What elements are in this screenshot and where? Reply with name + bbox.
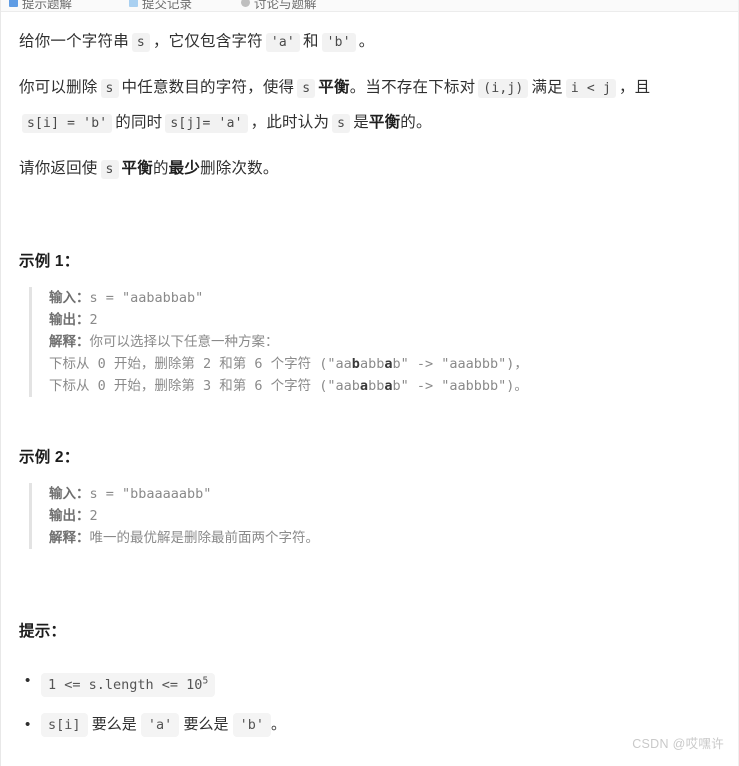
output-label: 输出： xyxy=(49,312,90,328)
hints-heading: 提示： xyxy=(19,623,67,640)
explain-value: 唯一的最优解是删除最前面两个字符。 xyxy=(89,530,320,546)
example-1-block: 输入：s = "aababbab" 输出：2 解释：你可以选择以下任意一种方案：… xyxy=(29,287,720,397)
text-fragment: 删除次数。 xyxy=(200,160,279,177)
text-fragment: 是 xyxy=(353,114,369,131)
text-fragment: ，此时认为 xyxy=(250,114,330,131)
hint-code-b: 'b' xyxy=(232,712,272,737)
hint-code-text: 1 <= s.length <= 10 xyxy=(48,676,203,693)
inline-code-s: s xyxy=(100,79,119,98)
inline-code-si: s[i] = 'b' xyxy=(22,114,113,133)
explain-extra-prefix: 下标从 0 开始，删除第 2 和第 6 个字符 ("aa xyxy=(49,356,352,372)
text-fragment: 。当不存在下标对 xyxy=(349,79,476,96)
problem-paragraph-2: 你可以删除 s 中任意数目的字符，使得 s 平衡。当不存在下标对 (i,j) 满足 i < j… xyxy=(19,71,720,141)
light-blue-square-icon xyxy=(129,0,138,7)
explain-extra-mid: abb xyxy=(359,356,385,372)
output-label: 输出： xyxy=(49,508,90,524)
output-value: 2 xyxy=(89,312,98,328)
example-2-heading: 示例 2： xyxy=(19,449,80,466)
inline-code-ij: (i,j) xyxy=(478,79,529,98)
example-2-block: 输入：s = "bbaaaaabb" 输出：2 解释：唯一的最优解是删除最前面两… xyxy=(29,483,720,549)
explain-bold-char: a xyxy=(359,378,369,394)
explain-label: 解释： xyxy=(49,530,90,546)
example-1-heading: 示例 1： xyxy=(19,253,80,270)
output-value: 2 xyxy=(89,508,98,524)
inline-code-s: s xyxy=(131,33,150,52)
text-fragment: 中任意数目的字符，使得 xyxy=(121,79,295,96)
text-fragment: 的 xyxy=(152,160,169,177)
input-value: s = "bbaaaaabb" xyxy=(89,486,212,502)
explain-extra-prefix: 下标从 0 开始，删除第 3 和第 6 个字符 ("aab xyxy=(49,378,360,394)
explain-extra-tail: b" -> "aabbbb")。 xyxy=(392,378,528,394)
text-fragment: 和 xyxy=(302,33,319,50)
explain-label: 解释： xyxy=(49,334,90,350)
text-fragment: 要么是 xyxy=(183,715,229,733)
inline-code-s: s xyxy=(100,160,119,179)
list-item: s[i] 要么是 'a' 要么是 'b'。 xyxy=(25,705,720,745)
text-fragment: 。 xyxy=(271,715,287,733)
inline-code-s: s xyxy=(332,114,351,133)
input-value: s = "aababbab" xyxy=(89,290,204,306)
text-fragment: 给你一个字符串 xyxy=(19,33,129,50)
text-fragment: 要么是 xyxy=(91,715,137,733)
problem-page: 提示题解 提交记录 讨论与题解 给你一个字符串 s ，它仅包含字符'a' 和'b'。 … xyxy=(0,0,739,766)
bold-balanced: 平衡 xyxy=(368,114,401,131)
inline-code-iltj: i < j xyxy=(565,79,616,98)
inline-code-s: s xyxy=(297,79,316,98)
blue-square-icon xyxy=(9,0,18,7)
text-fragment: 的。 xyxy=(400,114,432,131)
problem-paragraph-3: 请你返回使 s 平衡的最少删除次数。 xyxy=(19,152,720,187)
explain-value: 你可以选择以下任意一种方案： xyxy=(89,334,279,350)
input-label: 输入： xyxy=(49,290,90,306)
gray-dot-icon xyxy=(241,0,250,7)
list-item: 1 <= s.length <= 105 xyxy=(25,661,720,705)
text-fragment: ，且 xyxy=(618,79,651,96)
text-fragment: 满足 xyxy=(531,79,563,96)
text-fragment: 你可以删除 xyxy=(19,79,98,96)
inline-code-sj: s[j]= 'a' xyxy=(165,114,248,133)
explain-extra-tail: b" -> "aaabbb")， xyxy=(392,356,528,372)
text-fragment: 的同时 xyxy=(115,114,163,131)
inline-code-b: 'b' xyxy=(321,33,356,52)
text-fragment: ，它仅包含字符 xyxy=(152,33,263,50)
problem-paragraph-1: 给你一个字符串 s ，它仅包含字符'a' 和'b'。 xyxy=(19,25,720,60)
hint-code-length: 1 <= s.length <= 105 xyxy=(41,672,216,697)
problem-content: 给你一个字符串 s ，它仅包含字符'a' 和'b'。 你可以删除 s 中任意数目的字符，使… xyxy=(1,11,738,745)
hint-code-a: 'a' xyxy=(140,712,180,737)
bold-balanced: 平衡 xyxy=(318,79,350,96)
explain-extra-mid: bb xyxy=(368,378,385,394)
explain-bold-char: b xyxy=(351,356,360,372)
bold-balanced: 平衡 xyxy=(121,160,153,177)
hint-code-si: s[i] xyxy=(41,712,88,737)
inline-code-a: 'a' xyxy=(265,33,300,52)
text-fragment: 请你返回使 xyxy=(19,160,98,177)
hints-list: 1 <= s.length <= 105 s[i] 要么是 'a' 要么是 'b… xyxy=(19,661,720,745)
text-fragment: 。 xyxy=(358,33,375,50)
bold-minimum: 最少 xyxy=(168,160,201,177)
hint-code-exponent: 5 xyxy=(202,675,209,686)
watermark: CSDN @哎嘿许 xyxy=(632,737,724,751)
input-label: 输入： xyxy=(49,486,90,502)
